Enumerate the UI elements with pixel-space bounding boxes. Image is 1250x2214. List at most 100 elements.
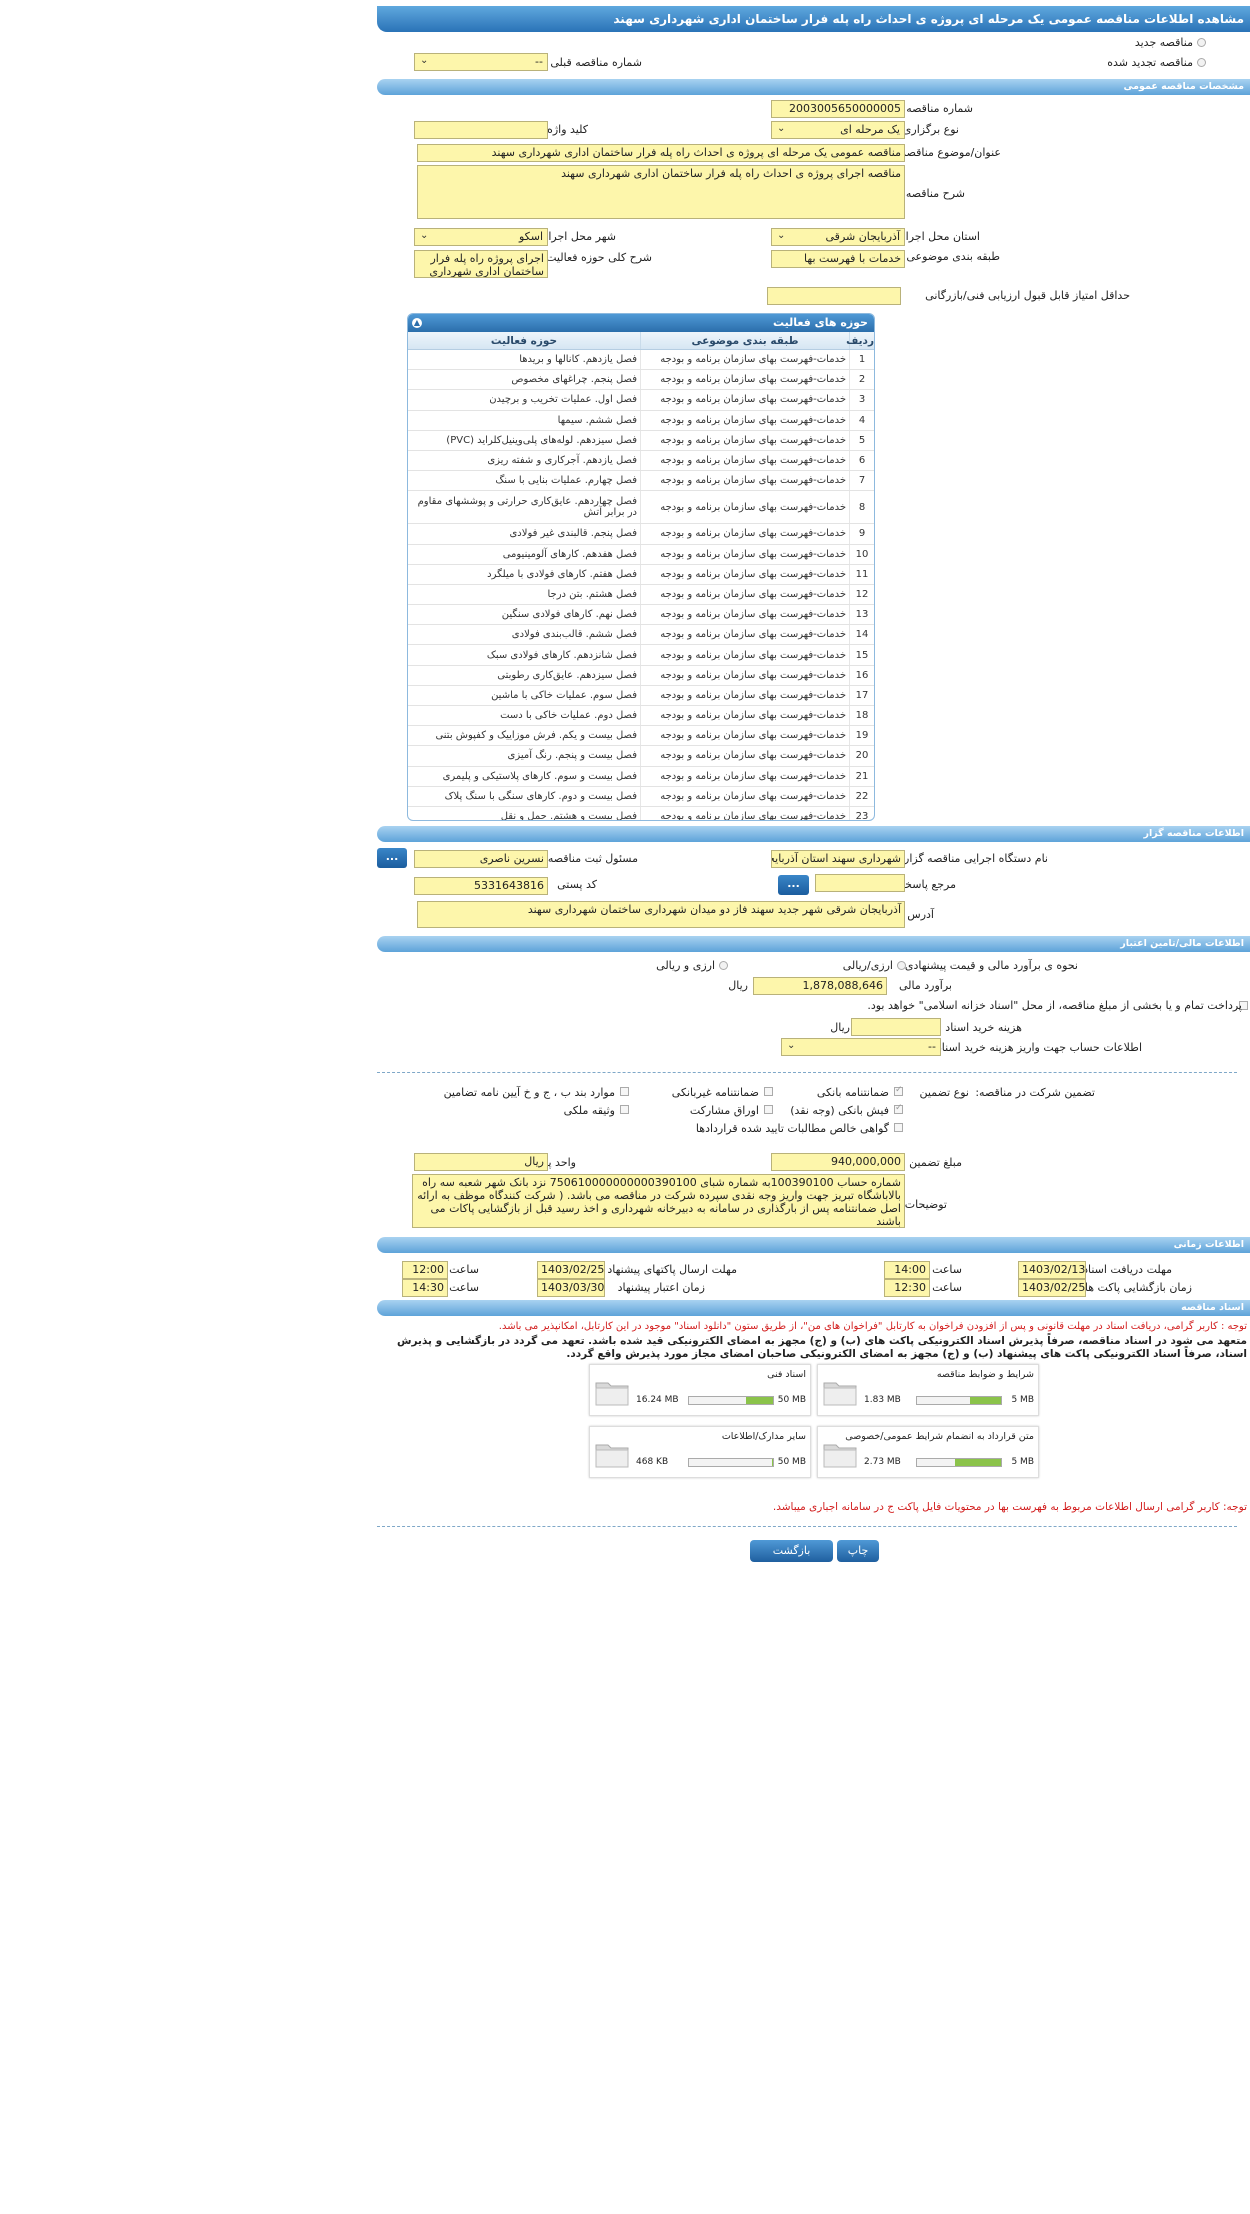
cell-row-number: 4 bbox=[849, 410, 874, 430]
checkbox-cash-deposit[interactable] bbox=[894, 1103, 903, 1114]
estimate-field: 1,878,088,646 bbox=[753, 977, 887, 995]
holding-type-label: نوع برگزاری bbox=[902, 123, 959, 136]
cell-row-number: 15 bbox=[849, 645, 874, 665]
col-category: طبقه بندی موضوعی bbox=[640, 332, 849, 349]
reference-lookup-button[interactable]: ... bbox=[778, 875, 809, 895]
collapse-icon[interactable]: ▲ bbox=[412, 318, 422, 328]
table-row: 19 خدمات-فهرست بهای سازمان برنامه و بودجه… bbox=[408, 726, 874, 747]
cell-category: خدمات-فهرست بهای سازمان برنامه و بودجه bbox=[640, 605, 849, 625]
page-title: مشاهده اطلاعات مناقصه عمومی یک مرحله ای … bbox=[377, 6, 1250, 32]
table-row: 15 خدمات-فهرست بهای سازمان برنامه و بودجه… bbox=[408, 645, 874, 666]
responsible-label: مسئول ثبت مناقصه bbox=[547, 852, 638, 865]
cell-row-number: 9 bbox=[849, 524, 874, 544]
checkbox-receivables[interactable] bbox=[894, 1123, 903, 1132]
opening-time-label: ساعت bbox=[932, 1281, 962, 1294]
cell-row-number: 5 bbox=[849, 430, 874, 450]
section-documents: اسناد مناقصه bbox=[377, 1300, 1250, 1316]
file-usage-fill bbox=[970, 1397, 1001, 1404]
table-row: 17 خدمات-فهرست بهای سازمان برنامه و بودجه… bbox=[408, 685, 874, 706]
nonbank-guarantee-label: ضمانتنامه غیربانکی bbox=[671, 1086, 759, 1099]
table-row: 12 خدمات-فهرست بهای سازمان برنامه و بودجه… bbox=[408, 584, 874, 606]
cell-activity: فصل بیست و پنجم. رنگ آمیزی bbox=[507, 750, 637, 762]
cell-category: خدمات-فهرست بهای سازمان برنامه و بودجه bbox=[640, 746, 849, 766]
account-select[interactable]: -- ⌄ bbox=[781, 1038, 941, 1056]
notes-field: شماره حساب 100390100به شماره شبای 750610… bbox=[412, 1174, 905, 1228]
cell-category: خدمات-فهرست بهای سازمان برنامه و بودجه bbox=[640, 471, 849, 491]
account-value: -- bbox=[928, 1040, 936, 1053]
category-field: خدمات با فهرست بها bbox=[771, 250, 905, 268]
file-name: شرایط و ضوابط مناقصه bbox=[936, 1369, 1034, 1380]
checkbox-bank-guarantee[interactable] bbox=[894, 1085, 903, 1096]
address-field: آذربایجان شرقی شهر جدید سهند فاز دو میدا… bbox=[417, 901, 905, 928]
estimate-unit: ریال bbox=[728, 979, 748, 992]
file-usage-bar bbox=[688, 1396, 774, 1405]
cell-category: خدمات-فهرست بهای سازمان برنامه و بودجه bbox=[640, 645, 849, 665]
cell-category: خدمات-فهرست بهای سازمان برنامه و بودجه bbox=[640, 786, 849, 806]
org-name-label: نام دستگاه اجرایی مناقصه گزار bbox=[904, 852, 1048, 865]
doc-deadline-date: 1403/02/13 bbox=[1018, 1261, 1086, 1279]
file-card-technical[interactable]: اسناد فنی 50 MB 16.24 MB bbox=[589, 1364, 811, 1416]
checkbox-property[interactable] bbox=[620, 1105, 629, 1114]
table-row: 20 خدمات-فهرست بهای سازمان برنامه و بودجه… bbox=[408, 746, 874, 767]
cell-row-number: 13 bbox=[849, 605, 874, 625]
file-name: سایر مدارک/اطلاعات bbox=[721, 1431, 806, 1442]
checkbox-nonbank-guarantee[interactable] bbox=[764, 1087, 773, 1096]
city-select[interactable]: اسکو ⌄ bbox=[414, 228, 548, 246]
file-card-other[interactable]: سایر مدارک/اطلاعات 50 MB 468 KB bbox=[589, 1426, 811, 1478]
file-usage-fill bbox=[746, 1397, 773, 1404]
validity-time: 14:30 bbox=[402, 1279, 448, 1297]
radio-renewed-tender[interactable] bbox=[1197, 58, 1206, 67]
table-row: 10 خدمات-فهرست بهای سازمان برنامه و بودجه… bbox=[408, 544, 874, 565]
province-value: آذربایجان شرقی bbox=[825, 230, 900, 243]
doc-deadline-time: 14:00 bbox=[884, 1261, 930, 1279]
cash-deposit-label: فیش بانکی (وجه نقد) bbox=[790, 1104, 889, 1117]
cell-activity: فصل سوم. عملیات خاکی با ماشین bbox=[491, 689, 637, 701]
radio-rial[interactable] bbox=[897, 961, 906, 970]
cell-row-number: 11 bbox=[849, 564, 874, 584]
keyword-label: کلید واژه bbox=[547, 123, 588, 136]
file-current-size: 468 KB bbox=[636, 1457, 669, 1467]
section-general: مشخصات مناقصه عمومی bbox=[377, 79, 1250, 95]
cell-activity: فصل ششم. سیمها bbox=[557, 414, 637, 426]
description-label: شرح مناقصه bbox=[905, 187, 965, 200]
cell-category: خدمات-فهرست بهای سازمان برنامه و بودجه bbox=[640, 450, 849, 471]
rial-option-label: ارزی/ریالی bbox=[842, 959, 893, 972]
table-row: 13 خدمات-فهرست بهای سازمان برنامه و بودجه… bbox=[408, 605, 874, 626]
prev-number-select[interactable]: -- ⌄ bbox=[414, 53, 548, 71]
cell-category: خدمات-فهرست بهای سازمان برنامه و بودجه bbox=[640, 430, 849, 450]
radio-currency-and-rial[interactable] bbox=[719, 961, 728, 970]
org-lookup-button[interactable]: ... bbox=[377, 848, 407, 868]
holding-type-select[interactable]: یک مرحله ای ⌄ bbox=[771, 121, 905, 139]
radio-new-tender[interactable] bbox=[1197, 38, 1206, 47]
file-card-conditions[interactable]: شرایط و ضوابط مناقصه 5 MB 1.83 MB bbox=[817, 1364, 1039, 1416]
cell-activity: فصل شانزدهم. کارهای فولادی سبک bbox=[486, 649, 637, 661]
checkbox-other-items[interactable] bbox=[620, 1087, 629, 1096]
prev-number-value: -- bbox=[535, 55, 543, 68]
file-card-contract[interactable]: متن قرارداد به انضمام شرایط عمومی/خصوصی … bbox=[817, 1426, 1039, 1478]
notes-label: توضیحات bbox=[904, 1198, 947, 1211]
table-row: 5 خدمات-فهرست بهای سازمان برنامه و بودجه ف… bbox=[408, 430, 874, 451]
file-current-size: 16.24 MB bbox=[636, 1395, 679, 1405]
reference-field bbox=[815, 874, 905, 892]
cell-row-number: 7 bbox=[849, 471, 874, 491]
table-row: 21 خدمات-فهرست بهای سازمان برنامه و بودجه… bbox=[408, 766, 874, 787]
print-button[interactable]: چاپ bbox=[837, 1540, 879, 1562]
currency-field: ریال bbox=[414, 1153, 548, 1171]
cell-activity: فصل چهاردهم. عایق‌کاری حرارتی و پوششهای … bbox=[417, 496, 637, 519]
province-select[interactable]: آذربایجان شرقی ⌄ bbox=[771, 228, 905, 246]
checkbox-bonds[interactable] bbox=[764, 1105, 773, 1114]
price-list-note: توجه: کاربر گرامی ارسال اطلاعات مربوط به… bbox=[772, 1501, 1247, 1513]
tender-number-label: شماره مناقصه bbox=[906, 102, 973, 115]
cell-category: خدمات-فهرست بهای سازمان برنامه و بودجه bbox=[640, 544, 849, 564]
cell-category: خدمات-فهرست بهای سازمان برنامه و بودجه bbox=[640, 390, 849, 410]
cell-category: خدمات-فهرست بهای سازمان برنامه و بودجه bbox=[640, 665, 849, 685]
new-tender-label: مناقصه جدید bbox=[1134, 36, 1193, 49]
cell-category: خدمات-فهرست بهای سازمان برنامه و بودجه bbox=[640, 491, 849, 524]
guarantee-amount-label: مبلغ تضمین bbox=[909, 1156, 962, 1169]
file-max-size: 5 MB bbox=[1011, 1457, 1034, 1467]
opening-time: 12:30 bbox=[884, 1279, 930, 1297]
chevron-down-icon: ⌄ bbox=[777, 230, 786, 241]
address-label: آدرس bbox=[907, 908, 934, 921]
account-label: اطلاعات حساب جهت واریز هزینه خرید اسناد bbox=[936, 1041, 1142, 1054]
back-button[interactable]: بازگشت bbox=[750, 1540, 833, 1562]
